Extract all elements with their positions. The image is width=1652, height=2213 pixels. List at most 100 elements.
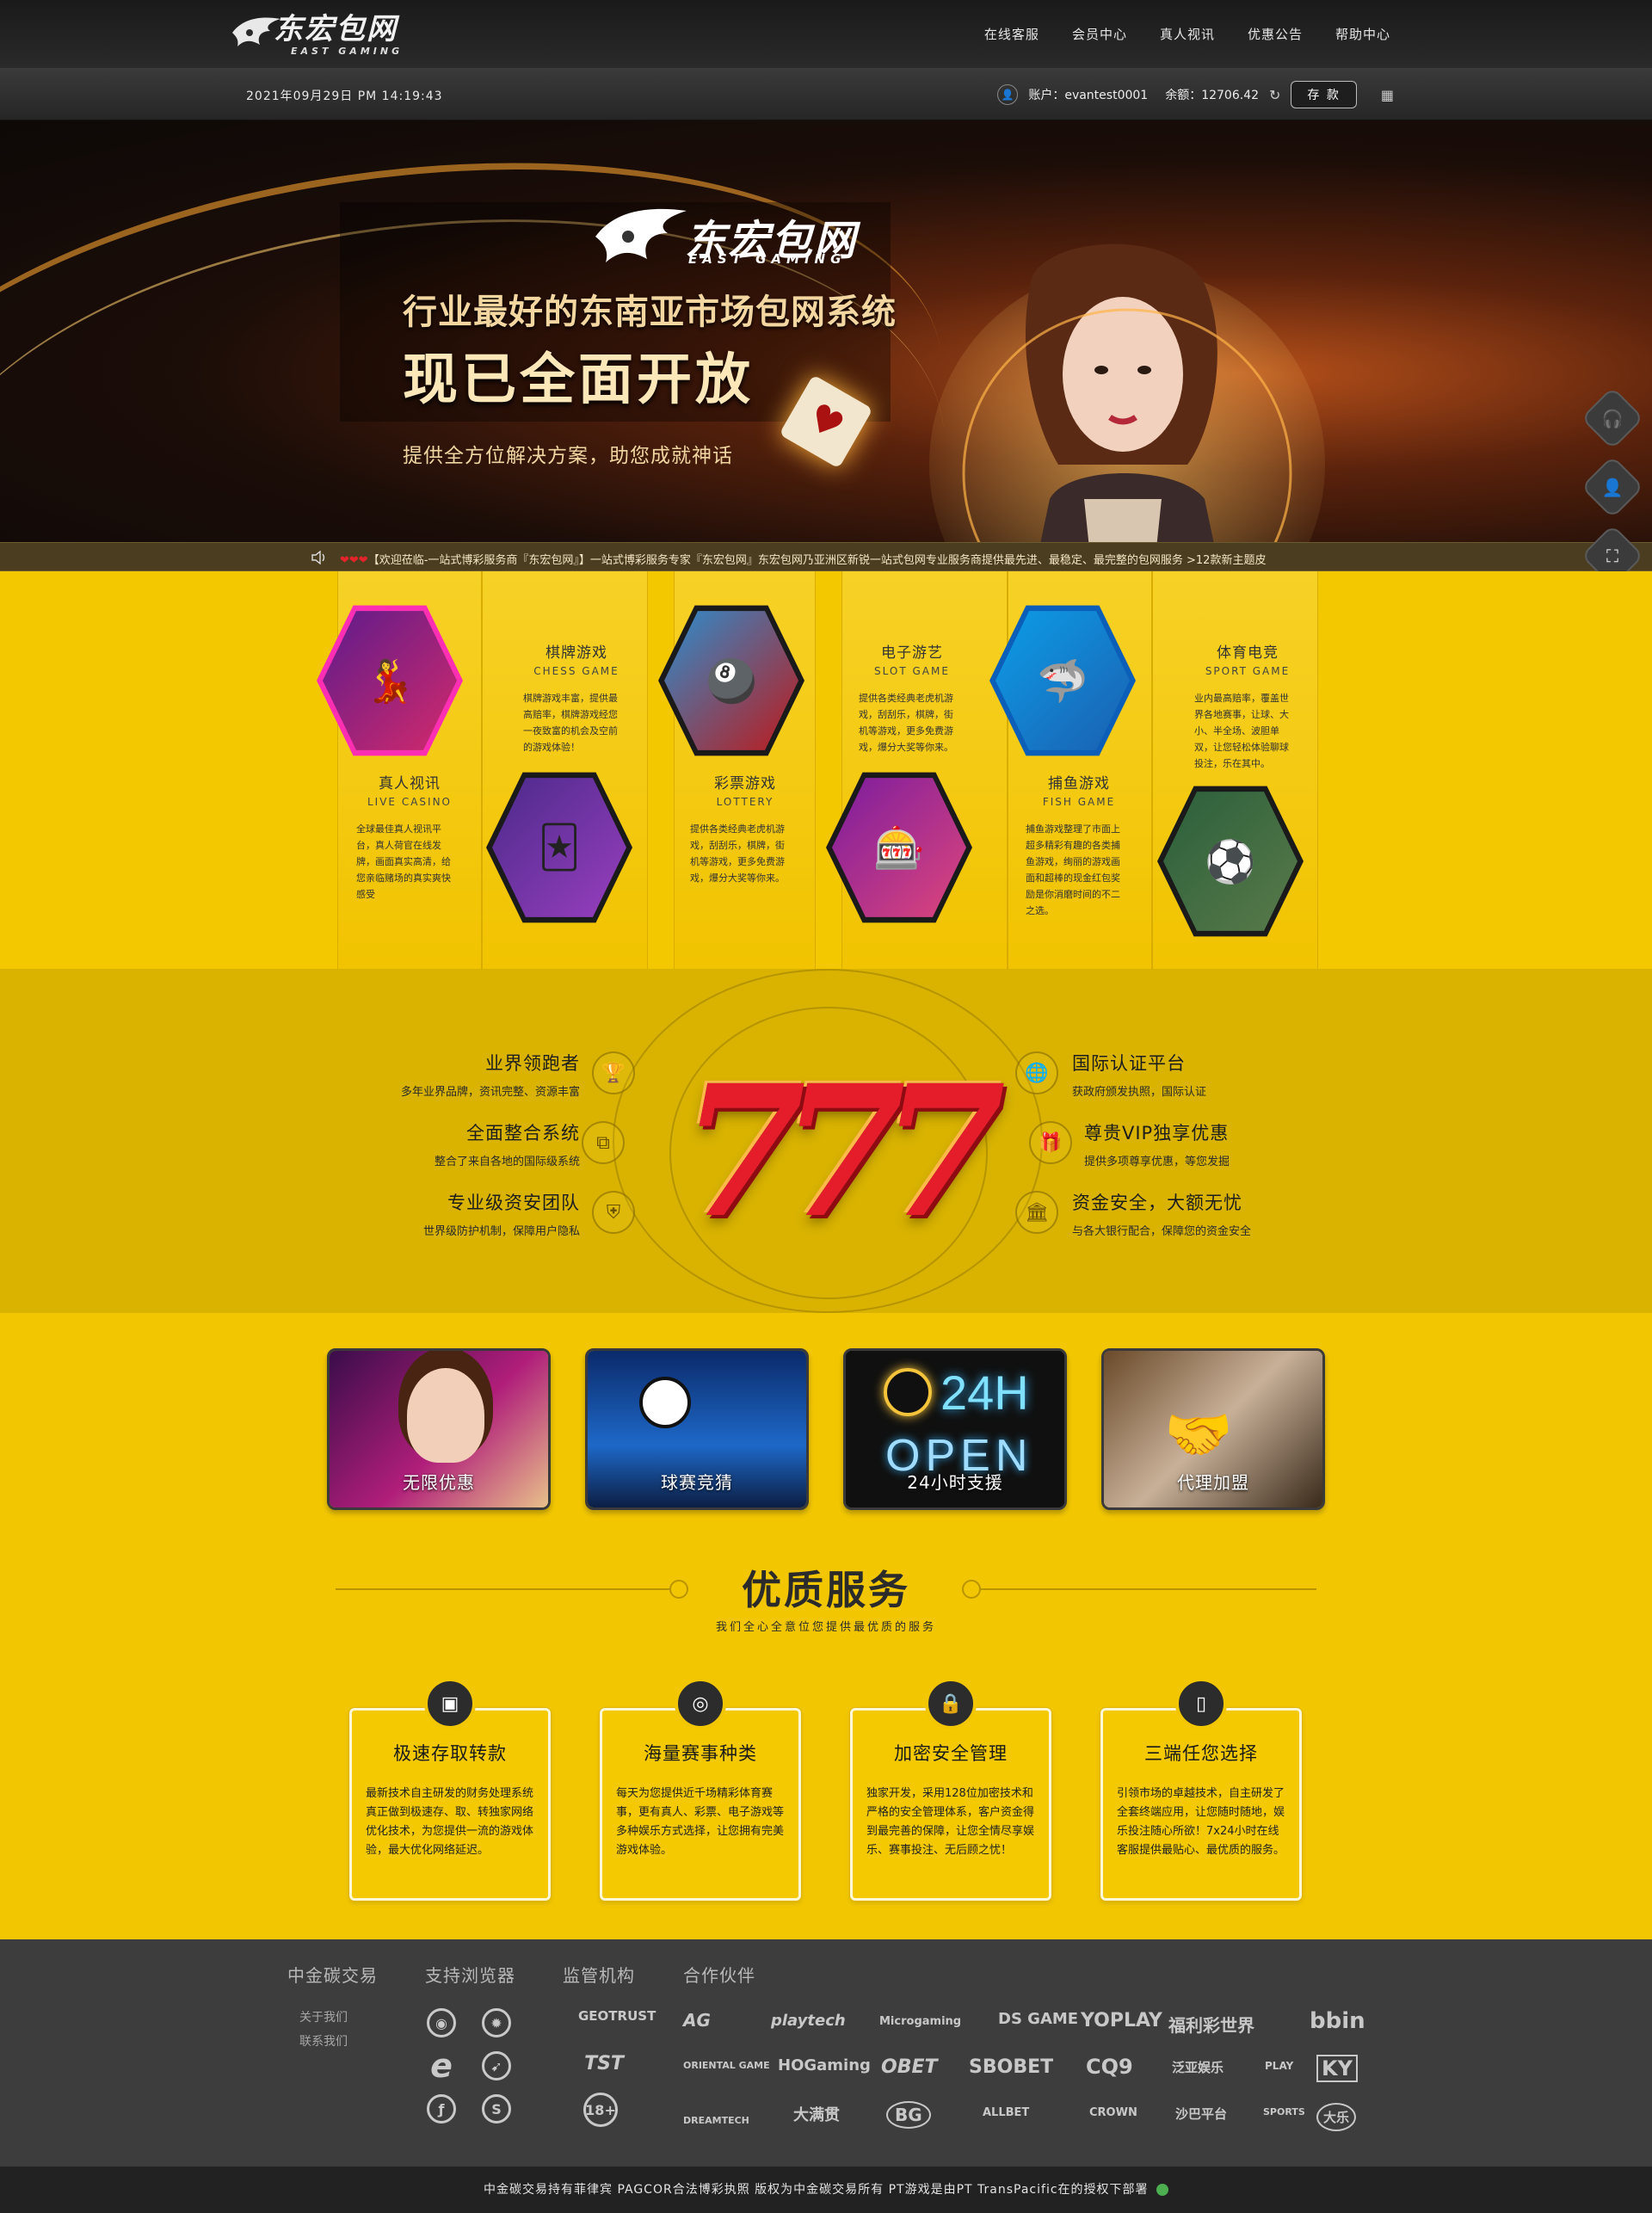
feature-vip: 尊贵VIP独享优惠 提供多项尊享优惠，等您发掘 <box>1084 1119 1342 1168</box>
network-icon: ⧉ <box>582 1121 625 1164</box>
partner-bg: BG <box>886 2101 931 2129</box>
footer-link-contact[interactable]: 联系我们 <box>299 2032 348 2050</box>
site-logo[interactable]: 东宏包网 EAST GAMING <box>231 9 428 60</box>
hero-eagle-icon <box>595 208 687 262</box>
footer-heading-browsers: 支持浏览器 <box>425 1965 515 1986</box>
feature-security-team: 专业级资安团队 世界级防护机制，保障用户隐私 <box>322 1189 580 1238</box>
service-events-text: 每天为您提供近千场精彩体育赛事，更有真人、彩票、电子游戏等多种娱乐方式选择，让您… <box>616 1787 785 1857</box>
announcement-ticker[interactable]: ❤❤❤【欢迎莅临-一站式博彩服务商『东宏包网』】一站式博彩服务专家『东宏包网』东… <box>0 542 1652 571</box>
slot-game-en: SLOT GAME <box>874 665 950 677</box>
service-card-security[interactable]: 加密安全管理 独家开发，采用128位加密技术和严格的安全管理体系，客户资金得到最… <box>850 1708 1051 1901</box>
shark-icon: 🦈 <box>996 611 1130 750</box>
hero-model-image <box>929 243 1325 542</box>
feature-vip-title: 尊贵VIP独享优惠 <box>1084 1123 1230 1143</box>
hero-headline: 行业最好的东南亚市场包网系统 <box>403 293 897 332</box>
neon-clock-icon <box>884 1368 932 1416</box>
partner-ds-game: DS GAME <box>998 2010 1079 2028</box>
partner-oriental: ORIENTAL GAME <box>683 2060 770 2071</box>
user-icon: 👤 <box>1601 477 1624 497</box>
gift-icon: 🎁 <box>1029 1121 1072 1164</box>
account-bar: 2021年09月29日 PM 14:19:43 👤 账户：evantest000… <box>0 69 1652 120</box>
sogou-icon: S <box>482 2094 511 2124</box>
promo-unlimited-label: 无限优惠 <box>403 1472 475 1493</box>
account-balance: 余额：12706.42 <box>1165 89 1260 102</box>
feature-security-team-sub: 世界级防护机制，保障用户隐私 <box>422 1225 580 1238</box>
footer <box>0 1939 1652 2167</box>
regulator-tst: TST <box>584 2053 624 2074</box>
footer-heading-company: 中金碳交易 <box>287 1965 378 1986</box>
chrome-icon: ◉ <box>427 2008 456 2037</box>
refresh-icon[interactable]: ↻ <box>1269 87 1280 103</box>
nav-live-video[interactable]: 真人视讯 <box>1160 25 1215 43</box>
hero-banner[interactable]: 东宏包网 EAST GAMING 行业最好的东南亚市场包网系统 现已全面开放 提… <box>0 120 1652 542</box>
footer-heading-partners: 合作伙伴 <box>683 1965 755 1986</box>
promo-card-support[interactable]: 24H OPEN 24小时支援 <box>843 1348 1067 1510</box>
flash-icon: ƒ <box>427 2094 456 2124</box>
promo-support-label: 24小时支援 <box>907 1472 1003 1493</box>
license-badge-icon <box>1156 2184 1168 2196</box>
feature-security-team-title: 专业级资安团队 <box>447 1193 580 1213</box>
service-events-title: 海量赛事种类 <box>644 1743 757 1764</box>
card-girl-icon: 🃏 <box>492 778 626 917</box>
footballer-icon: ⚽ <box>1163 792 1298 931</box>
slot-game-cn: 电子游艺 <box>881 644 943 662</box>
feature-funds-title: 资金安全，大额无忧 <box>1072 1193 1242 1213</box>
slot-game-title: 电子游艺 SLOT GAME <box>826 640 998 677</box>
fish-game-en: FISH GAME <box>1042 796 1116 808</box>
deposit-button[interactable]: 存 款 <box>1291 81 1357 108</box>
feature-leader-title: 业界领跑者 <box>485 1053 580 1074</box>
promo-agent-label: 代理加盟 <box>1177 1472 1249 1493</box>
live-casino-desc: 全球最佳真人视讯平台，真人荷官在线发牌，画面真实高清，给您亲临赌场的真实爽快感受 <box>356 823 451 900</box>
nav-help-center[interactable]: 帮助中心 <box>1335 25 1390 43</box>
partner-dale: 大乐 <box>1316 2103 1357 2131</box>
hero-title: 现已全面开放 <box>403 348 754 412</box>
slot-game-desc: 提供各类经典老虎机游戏，刮刮乐，棋牌，街机等游戏，更多免费游戏，爆分大奖等你来。 <box>859 693 953 753</box>
service-card-events[interactable]: 海量赛事种类 每天为您提供近千场精彩体育赛事，更有真人、彩票、电子游戏等多种娱乐… <box>600 1708 801 1901</box>
regulator-18plus: 18+ <box>583 2093 618 2127</box>
service-platforms-title: 三端任您选择 <box>1144 1743 1258 1764</box>
feature-leader-sub: 多年业界品牌，资讯完整、资源丰富 <box>400 1086 580 1099</box>
services-title: 优质服务 <box>742 1567 910 1613</box>
partner-sbobet: SBOBET <box>969 2056 1054 2078</box>
neon-24h-text: 24H <box>940 1365 1029 1420</box>
promo-card-unlimited[interactable]: 无限优惠 <box>327 1348 551 1510</box>
bank-icon: 🏛 <box>1015 1191 1058 1234</box>
fish-game-title: 捕鱼游戏 FISH GAME <box>993 771 1165 808</box>
partner-obet: OBET <box>881 2056 938 2078</box>
services-subtitle: 我们全心全意位您提供最优质的服务 <box>715 1621 936 1634</box>
partner-fanya: 泛亚娱乐 <box>1172 2060 1224 2075</box>
nav-promotions[interactable]: 优惠公告 <box>1248 25 1303 43</box>
chess-game-title: 棋牌游戏 CHESS GAME <box>490 640 663 677</box>
service-card-fast-transfer[interactable]: 极速存取转款 最新技术自主研发的财务处理系统真正做到极速存、取、转独家网络优化技… <box>349 1708 551 1901</box>
promo-card-betting[interactable]: 球赛竞猜 <box>585 1348 809 1510</box>
main-nav: 在线客服 会员中心 真人视讯 优惠公告 帮助中心 <box>984 0 1390 67</box>
wallet-icon: ▣ <box>424 1678 476 1729</box>
ie-icon: e <box>430 2047 453 2085</box>
lottery-cn: 彩票游戏 <box>714 775 776 792</box>
eagle-logo-icon <box>232 17 280 46</box>
partner-saba: 沙巴平台 <box>1175 2106 1228 2122</box>
feature-funds-sub: 与各大银行配合，保障您的资金安全 <box>1072 1225 1252 1238</box>
service-fast-transfer-title: 极速存取转款 <box>393 1743 507 1764</box>
footer-link-about[interactable]: 关于我们 <box>299 2008 348 2025</box>
mobile-icon: ▯ <box>1175 1678 1227 1729</box>
partner-crown: CROWN <box>1089 2106 1137 2119</box>
feature-integration: 全面整合系统 整合了来自各地的国际级系统 <box>322 1119 580 1168</box>
promo-betting-label: 球赛竞猜 <box>661 1472 733 1493</box>
service-card-platforms[interactable]: 三端任您选择 引领市场的卓越技术，自主研发了全套终端应用，让您随时随地，娱乐投注… <box>1100 1708 1302 1901</box>
partner-sports: SPORTS <box>1263 2106 1305 2117</box>
promo-girl-face <box>407 1368 484 1463</box>
account-info: 👤 账户：evantest0001 余额：12706.42 ↻ 存 款 ▦ <box>997 79 1394 110</box>
lottery-ball-icon: 🎱 <box>664 611 798 750</box>
partner-ag: AG <box>683 2010 711 2031</box>
nav-customer-service[interactable]: 在线客服 <box>984 25 1039 43</box>
promo-card-agent[interactable]: 🤝 代理加盟 <box>1101 1348 1325 1510</box>
top-navbar: 东宏包网 EAST GAMING 在线客服 会员中心 真人视讯 优惠公告 帮助中… <box>0 0 1652 69</box>
grid-menu-icon[interactable]: ▦ <box>1381 87 1394 103</box>
ticker-message: ❤❤❤【欢迎莅临-一站式博彩服务商『东宏包网』】一站式博彩服务专家『东宏包网』东… <box>340 551 1347 567</box>
nav-member-center[interactable]: 会员中心 <box>1072 25 1127 43</box>
footer-heading-regulators: 监管机构 <box>563 1965 635 1986</box>
partner-microgaming: Microgaming <box>879 2015 962 2028</box>
handshake-graphic: 🤝 <box>1164 1403 1233 1467</box>
sport-game-en: SPORT GAME <box>1205 665 1291 677</box>
